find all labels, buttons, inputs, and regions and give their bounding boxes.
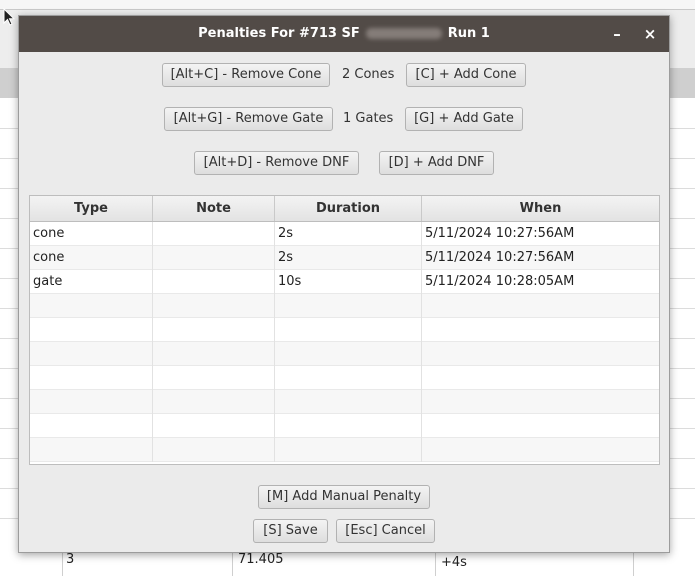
empty-table-row	[30, 342, 659, 366]
table-row[interactable]: gate 10s 5/11/2024 10:28:05AM	[30, 270, 659, 294]
table-row[interactable]: cone 2s 5/11/2024 10:27:56AM	[30, 246, 659, 270]
add-manual-penalty-button[interactable]: [M] Add Manual Penalty	[258, 485, 430, 509]
mouse-pointer-icon	[3, 8, 16, 26]
cell-note	[153, 222, 275, 246]
column-header-type[interactable]: Type	[30, 196, 153, 221]
minimize-button[interactable]: –	[605, 16, 629, 52]
remove-dnf-button[interactable]: [Alt+D] - Remove DNF	[194, 151, 359, 175]
table-row[interactable]: cone 2s 5/11/2024 10:27:56AM	[30, 222, 659, 246]
cell-note	[153, 246, 275, 270]
penalties-table[interactable]: Type Note Duration When cone 2s 5/11/202…	[29, 195, 660, 465]
column-header-when[interactable]: When	[422, 196, 659, 221]
background-toolbar	[0, 0, 695, 10]
background-cell-penalty: +4s	[441, 555, 467, 570]
cone-count: 2 Cones	[342, 67, 395, 82]
dialog-title-suffix: Run 1	[447, 26, 490, 41]
cell-duration: 2s	[275, 246, 422, 270]
close-button[interactable]: ×	[638, 16, 662, 52]
empty-table-row	[30, 438, 659, 462]
empty-table-row	[30, 390, 659, 414]
background-cell-time: 71.405	[238, 552, 284, 567]
dialog-titlebar[interactable]: Penalties For #713 SF Run 1 – ×	[19, 16, 669, 52]
cell-type: cone	[30, 246, 153, 270]
dialog-title: Penalties For #713 SF Run 1	[19, 16, 669, 52]
add-gate-button[interactable]: [G] + Add Gate	[405, 107, 523, 131]
cell-type: cone	[30, 222, 153, 246]
cell-note	[153, 270, 275, 294]
cell-when: 5/11/2024 10:27:56AM	[425, 250, 575, 265]
empty-table-row	[30, 294, 659, 318]
penalties-dialog: Penalties For #713 SF Run 1 – × [Alt+C] -…	[18, 15, 670, 553]
cell-type: gate	[30, 270, 153, 294]
add-dnf-button[interactable]: [D] + Add DNF	[379, 151, 494, 175]
empty-table-row	[30, 318, 659, 342]
save-button[interactable]: [S] Save	[253, 519, 328, 543]
column-header-note[interactable]: Note	[153, 196, 275, 221]
redacted-driver-name	[365, 28, 442, 39]
remove-cone-button[interactable]: [Alt+C] - Remove Cone	[162, 63, 330, 87]
cancel-button[interactable]: [Esc] Cancel	[336, 519, 435, 543]
cell-duration: 10s	[275, 270, 422, 294]
add-cone-button[interactable]: [C] + Add Cone	[406, 63, 526, 87]
empty-table-row	[30, 366, 659, 390]
empty-table-row	[30, 414, 659, 438]
dialog-title-prefix: Penalties For #713 SF	[198, 26, 360, 41]
background-cell-run: 3	[66, 552, 75, 567]
remove-gate-button[interactable]: [Alt+G] - Remove Gate	[164, 107, 333, 131]
cell-when: 5/11/2024 10:28:05AM	[425, 274, 575, 289]
table-header: Type Note Duration When	[30, 196, 659, 222]
cell-duration: 2s	[275, 222, 422, 246]
gate-count: 1 Gates	[343, 111, 394, 126]
cell-when: 5/11/2024 10:27:56AM	[425, 226, 575, 241]
column-header-duration[interactable]: Duration	[275, 196, 422, 221]
